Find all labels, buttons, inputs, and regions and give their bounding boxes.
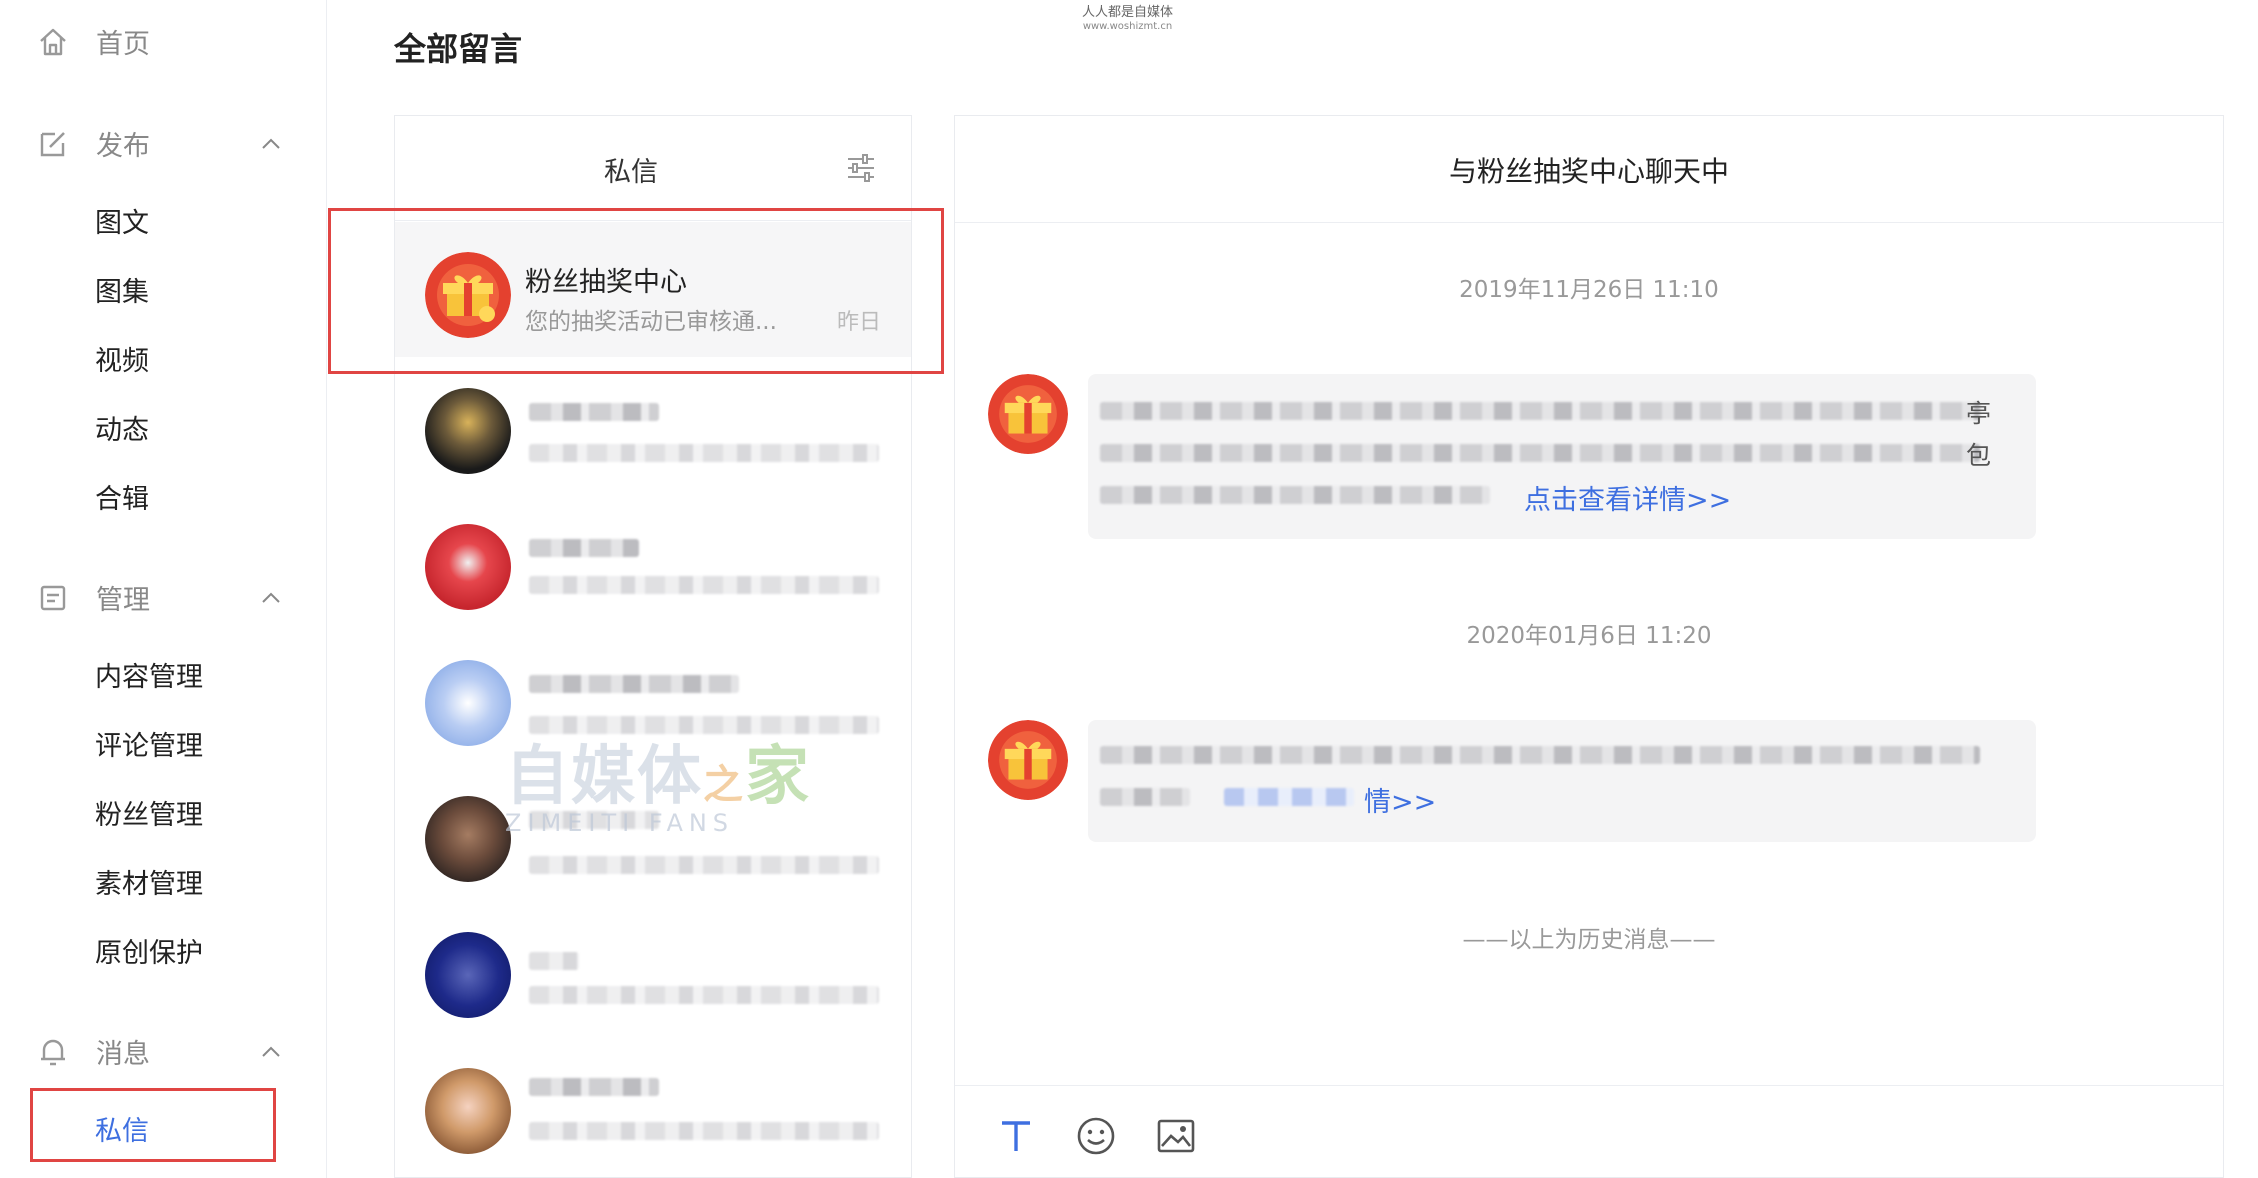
nav-item-material-manage[interactable]: 素材管理 [95, 862, 203, 901]
blurred-preview [529, 444, 879, 462]
view-details-link[interactable]: 点击查看详情>> [1524, 478, 1731, 517]
nav-publish[interactable]: 发布 [36, 124, 280, 163]
edit-icon [36, 127, 70, 161]
blurred-preview [529, 1122, 879, 1140]
blurred-preview [529, 576, 879, 594]
avatar [425, 796, 511, 882]
blurred-text [1100, 788, 1190, 806]
blurred-name [529, 403, 659, 421]
filter-icon[interactable] [846, 153, 876, 183]
conversation-item[interactable] [395, 494, 911, 629]
chevron-up-icon[interactable] [256, 583, 286, 613]
nav-item-video[interactable]: 视频 [95, 339, 149, 378]
conversation-item[interactable] [395, 358, 911, 493]
page-title: 全部留言 [394, 30, 523, 68]
watermark-center-cn-b: 之 [703, 762, 745, 808]
message-bubble: 情>> [1088, 720, 2036, 842]
avatar [425, 932, 511, 1018]
nav-manage-label: 管理 [96, 585, 150, 616]
blurred-name [529, 952, 579, 970]
nav-publish-label: 发布 [96, 131, 150, 162]
gift-avatar-icon [988, 720, 1068, 800]
watermark-top-line1: 人人都是自媒体 [1082, 5, 1174, 20]
message-timestamp: 2020年01月6日 11:20 [1466, 623, 1712, 649]
blurred-text [1100, 444, 1980, 462]
nav-item-fans-manage[interactable]: 粉丝管理 [95, 793, 203, 832]
view-details-link[interactable]: 情>> [1364, 780, 1436, 819]
watermark-center-text: 自媒体之家 [505, 725, 811, 817]
watermark-center: 自媒体之家 ZIMEITI FANS [505, 725, 811, 837]
watermark-center-cn-c: 家 [745, 740, 811, 814]
nav-item-content-manage[interactable]: 内容管理 [95, 655, 203, 694]
conversation-item[interactable] [395, 1038, 911, 1178]
text-format-icon[interactable] [995, 1115, 1037, 1157]
chevron-up-icon[interactable] [256, 129, 286, 159]
home-icon [36, 25, 70, 59]
nav-item-collection[interactable]: 合辑 [95, 477, 149, 516]
blurred-text [1100, 746, 1980, 764]
conversation-list-title: 私信 [604, 157, 658, 188]
bell-icon [36, 1035, 70, 1069]
document-icon [36, 581, 70, 615]
nav-home[interactable]: 首页 [36, 22, 150, 61]
highlight-box-conversation [328, 208, 944, 374]
watermark-top: 人人都是自媒体 www.woshizmt.cn [1082, 6, 1173, 34]
blurred-text [1100, 486, 1490, 504]
conversation-item[interactable] [395, 902, 911, 1037]
nav-item-original-protect[interactable]: 原创保护 [95, 931, 203, 970]
watermark-center-cn-a: 自媒体 [505, 740, 703, 814]
message-text-fragment: 包 [1966, 441, 1992, 470]
blurred-preview [529, 856, 879, 874]
nav-message[interactable]: 消息 [36, 1032, 280, 1071]
chat-title: 与粉丝抽奖中心聊天中 [1448, 155, 1729, 188]
gift-avatar-icon [988, 374, 1068, 454]
blurred-text [1100, 402, 1980, 420]
nav-item-comment-manage[interactable]: 评论管理 [95, 724, 203, 763]
emoji-icon[interactable] [1075, 1115, 1117, 1157]
blurred-text [1224, 788, 1354, 806]
blurred-name [529, 675, 739, 693]
image-icon[interactable] [1155, 1115, 1197, 1157]
highlight-box-private-message [30, 1088, 276, 1162]
blurred-preview [529, 986, 879, 1004]
avatar [425, 388, 511, 474]
blurred-name [529, 539, 639, 557]
watermark-top-line2: www.woshizmt.cn [1082, 21, 1173, 32]
avatar [425, 1068, 511, 1154]
nav-item-graphic[interactable]: 图文 [95, 201, 149, 240]
nav-message-label: 消息 [96, 1039, 150, 1070]
blurred-name [529, 1078, 659, 1096]
avatar [425, 524, 511, 610]
avatar [425, 660, 511, 746]
message-timestamp: 2019年11月26日 11:10 [1459, 277, 1719, 303]
nav-home-label: 首页 [96, 29, 150, 60]
nav-item-moment[interactable]: 动态 [95, 408, 149, 447]
chat-input-toolbar [955, 1085, 2223, 1178]
history-note: ——以上为历史消息—— [1462, 927, 1716, 953]
nav-manage[interactable]: 管理 [36, 578, 280, 617]
nav-item-gallery[interactable]: 图集 [95, 270, 149, 309]
message-bubble: 点击查看详情>> 亭 包 [1088, 374, 2036, 539]
chevron-up-icon[interactable] [256, 1037, 286, 1067]
message-text-fragment: 亭 [1966, 399, 1992, 428]
